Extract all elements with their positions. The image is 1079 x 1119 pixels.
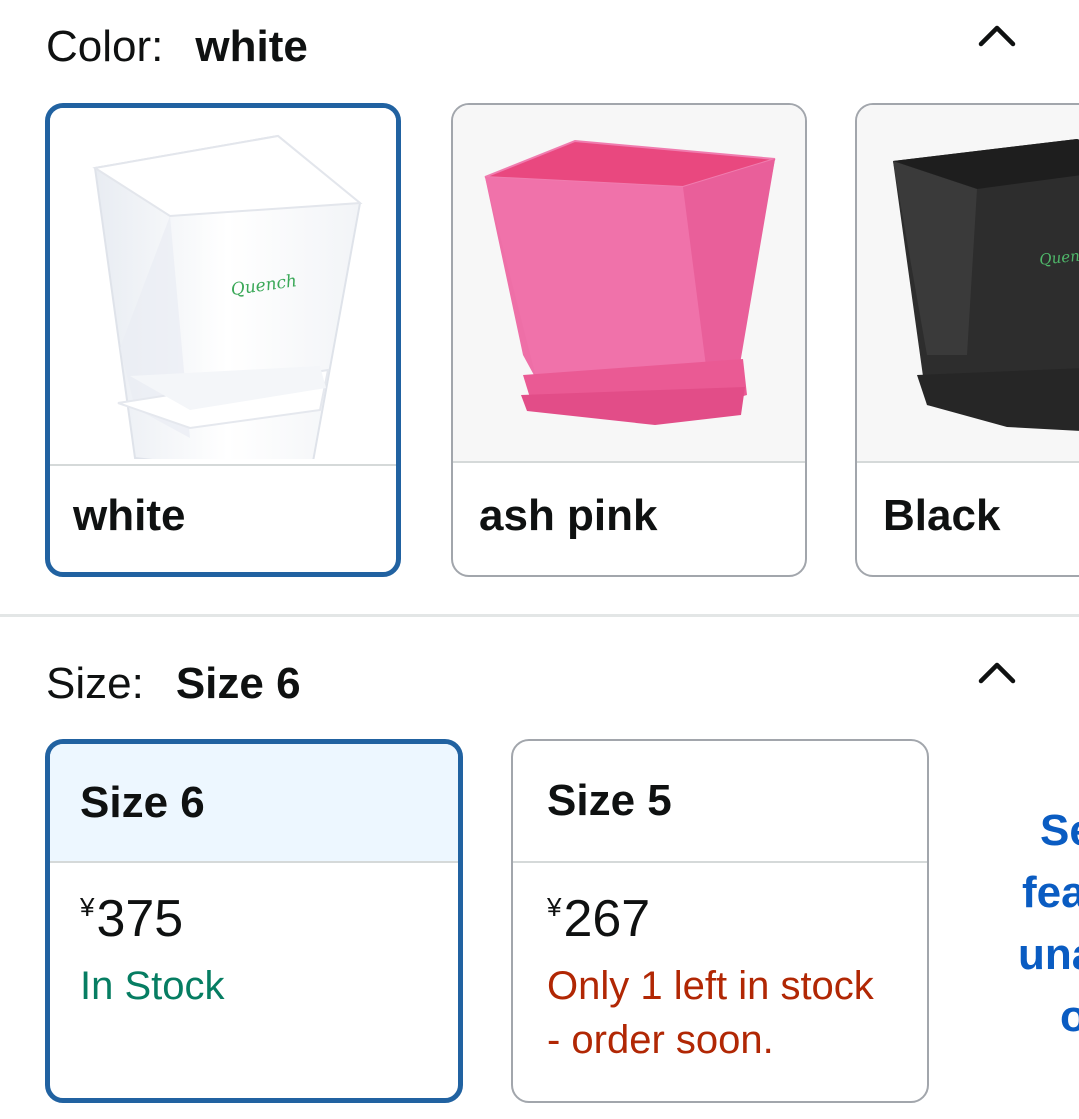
side-link-line: o	[1060, 992, 1079, 1041]
side-link-line: fea	[1022, 868, 1079, 917]
price-value: 267	[563, 890, 651, 948]
currency-symbol: ¥	[80, 892, 95, 922]
chevron-up-icon[interactable]	[975, 14, 1019, 58]
side-link-line: Se	[1040, 806, 1079, 855]
color-option-label-black: Black	[883, 491, 1001, 540]
pot-image-black: Quen	[857, 105, 1079, 461]
size-option-title: Size 5	[513, 741, 927, 863]
stock-status-line: - order soon.	[547, 1018, 774, 1062]
price: ¥375	[80, 893, 442, 945]
pot-image-pink	[453, 105, 805, 461]
currency-symbol: ¥	[547, 892, 562, 922]
size-header: Size: Size 6	[46, 659, 1079, 709]
stock-status: Only 1 left in stock - order soon.	[547, 959, 911, 1067]
price-value: 375	[96, 890, 184, 948]
color-option-black[interactable]: Quen Black	[855, 103, 1079, 577]
color-option-label-ash-pink: ash pink	[479, 491, 658, 540]
size-selected-value: Size 6	[175, 659, 301, 708]
color-label: Color:	[46, 22, 164, 71]
variation-selector: Color: white Quench white ash pink Quen …	[0, 0, 1079, 1119]
pot-image-white: Quench	[50, 108, 396, 464]
side-link-line: una	[1018, 930, 1079, 979]
stock-status: In Stock	[80, 964, 225, 1008]
color-header: Color: white	[46, 22, 1079, 72]
section-divider	[0, 614, 1079, 617]
chevron-up-icon[interactable]	[975, 651, 1019, 695]
size-option-size-6[interactable]: Size 6 ¥375 In Stock	[45, 739, 463, 1103]
size-option-size-5[interactable]: Size 5 ¥267 Only 1 left in stock - order…	[511, 739, 929, 1103]
size-option-title: Size 6	[50, 744, 458, 863]
size-label: Size:	[46, 659, 144, 708]
color-option-label-white: white	[73, 491, 186, 540]
color-option-ash-pink[interactable]: ash pink	[451, 103, 807, 577]
see-all-options-link[interactable]: Se fea una o	[1010, 800, 1079, 1048]
color-selected-value: white	[195, 22, 308, 71]
color-option-white[interactable]: Quench white	[45, 103, 401, 577]
stock-status-line: Only 1 left in stock	[547, 964, 874, 1008]
price: ¥267	[547, 893, 911, 945]
